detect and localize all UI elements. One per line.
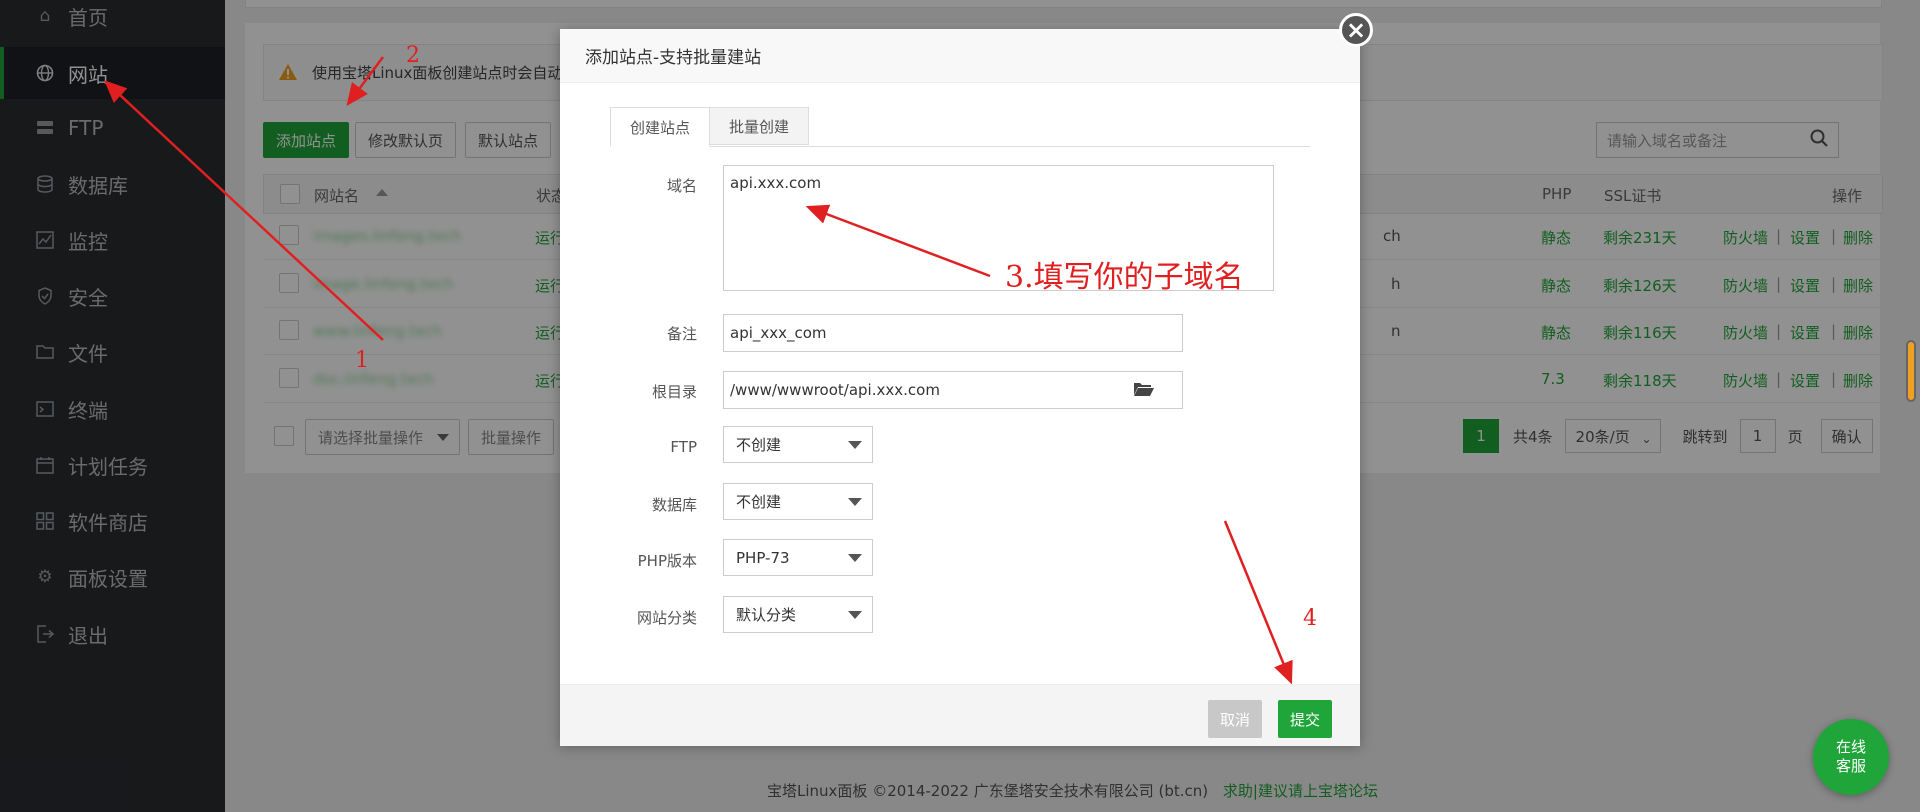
database-select-value: 不创建 [736,493,782,511]
annotation-3: 3.填写你的子域名 [1005,260,1244,295]
chevron-down-icon [848,441,862,449]
remark-label: 备注 [666,325,697,343]
php-version-value: PHP-73 [736,548,790,567]
database-label: 数据库 [651,496,697,514]
php-version-select[interactable]: PHP-73 [723,539,873,576]
category-select-value: 默认分类 [736,606,797,624]
chevron-down-icon [848,554,862,562]
ftp-select[interactable]: 不创建 [723,426,873,463]
ftp-label: FTP [670,438,697,456]
folder-open-icon[interactable] [1133,381,1155,397]
cancel-button[interactable]: 取消 [1208,700,1263,738]
dialog-title: 添加站点-支持批量建站 [560,29,1360,83]
annotation-1: 1 [355,348,369,373]
ftp-select-value: 不创建 [736,436,782,454]
add-site-dialog: 添加站点-支持批量建站 创建站点 批量创建 域名 api.xxx.com 备注 … [560,29,1360,746]
remark-input[interactable]: api_xxx_com [723,314,1183,352]
dialog-tabs: 创建站点 批量创建 [610,107,1310,147]
root-dir-input[interactable]: /www/wwwroot/api.xxx.com [723,371,1183,409]
php-version-label: PHP版本 [637,552,697,570]
annotation-2: 2 [406,43,420,68]
database-select[interactable]: 不创建 [723,483,873,520]
root-dir-label: 根目录 [651,383,697,401]
chevron-down-icon [848,611,862,619]
close-icon[interactable]: × [1339,13,1373,47]
chevron-down-icon [848,498,862,506]
category-label: 网站分类 [636,609,697,627]
support-line2: 客服 [1835,757,1866,775]
tab-batch-create[interactable]: 批量创建 [709,107,810,145]
online-support-button[interactable]: 在线 客服 [1813,719,1889,795]
domain-label: 域名 [666,177,697,195]
submit-button[interactable]: 提交 [1278,700,1333,738]
annotation-4: 4 [1303,606,1317,631]
support-line1: 在线 [1835,738,1866,756]
dialog-footer: 取消 提交 [560,684,1360,746]
page-scrollbar[interactable] [1906,340,1916,402]
category-select[interactable]: 默认分类 [723,596,873,633]
tab-create-site[interactable]: 创建站点 [610,107,711,147]
